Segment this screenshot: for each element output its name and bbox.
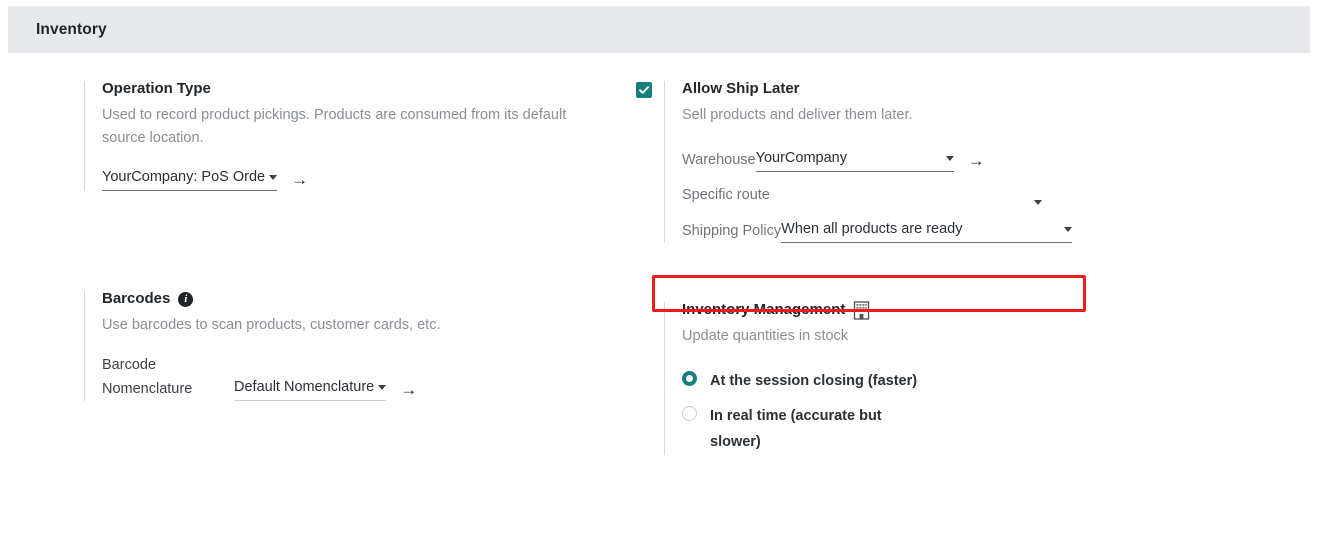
shipping-policy-field-row: Shipping Policy When all products are re… — [682, 218, 1072, 243]
chevron-down-icon — [269, 174, 278, 180]
arrow-right-icon[interactable]: → — [291, 169, 308, 191]
inventory-management-title-row: Inventory Management — [682, 300, 1264, 320]
barcodes-title: Barcodes — [102, 290, 171, 307]
allow-ship-later-description: Sell products and deliver them later. — [682, 107, 913, 123]
arrow-right-icon[interactable]: → — [400, 379, 417, 401]
radio-selected-icon — [682, 371, 697, 386]
radio-option-session-closing[interactable]: At the session closing (faster) — [682, 368, 1264, 394]
barcode-nomenclature-label: Barcode Nomenclature — [102, 357, 193, 397]
shipping-policy-value: When all products are ready — [781, 221, 963, 237]
chevron-down-icon — [378, 384, 387, 390]
setting-inventory-management: Inventory Management Update quantities i… — [664, 300, 1264, 455]
shipping-policy-label: Shipping Policy — [682, 223, 782, 239]
operation-type-title: Operation Type — [102, 80, 211, 97]
right-column: Allow Ship Later Sell products and deliv… — [636, 79, 1264, 455]
chevron-down-icon — [1064, 226, 1072, 232]
warehouse-field-row: Warehouse YourCompany → — [682, 147, 1264, 172]
radio-label-session-closing: At the session closing (faster) — [710, 373, 918, 389]
specific-route-field-row: Specific route — [682, 183, 1042, 207]
warehouse-dropdown[interactable]: YourCompany — [755, 147, 954, 172]
barcode-nomenclature-field-row: Barcode Nomenclature Default Nomenclatur… — [102, 353, 644, 401]
setting-barcodes: Barcodes i Use barcodes to scan products… — [84, 289, 644, 401]
operation-type-description: Used to record product pickings. Product… — [102, 107, 567, 146]
section-header: Inventory — [8, 6, 1310, 53]
info-icon[interactable]: i — [178, 291, 194, 307]
shipping-policy-dropdown[interactable]: When all products are ready — [781, 218, 1072, 243]
page-title: Inventory — [36, 20, 107, 38]
chevron-down-icon — [945, 155, 954, 161]
radio-label-real-time: In real time (accurate but slower) — [710, 408, 882, 450]
settings-body: Operation Type Used to record product pi… — [0, 53, 1328, 560]
operation-type-field-row: YourCompany: PoS Orde → — [102, 166, 644, 191]
chevron-down-icon — [1034, 200, 1042, 205]
allow-ship-later-title: Allow Ship Later — [682, 80, 800, 97]
radio-unselected-icon — [682, 406, 697, 421]
operation-type-value: YourCompany: PoS Orde — [102, 169, 266, 185]
specific-route-dropdown[interactable] — [770, 200, 1042, 207]
setting-allow-ship-later: Allow Ship Later Sell products and deliv… — [636, 79, 1264, 243]
inventory-management-description: Update quantities in stock — [682, 328, 849, 344]
warehouse-value: YourCompany — [755, 150, 847, 166]
barcode-nomenclature-value: Default Nomenclature — [234, 379, 375, 395]
warehouse-label: Warehouse — [682, 152, 756, 168]
setting-operation-type: Operation Type Used to record product pi… — [84, 79, 644, 191]
barcode-nomenclature-dropdown[interactable]: Default Nomenclature — [234, 376, 387, 401]
allow-ship-later-checkbox[interactable] — [636, 82, 652, 98]
specific-route-label: Specific route — [682, 187, 770, 203]
checkmark-icon — [639, 86, 649, 94]
building-icon — [854, 300, 870, 320]
barcodes-description: Use barcodes to scan products, customer … — [102, 317, 441, 333]
inventory-management-title: Inventory Management — [682, 301, 846, 318]
operation-type-dropdown[interactable]: YourCompany: PoS Orde — [102, 166, 278, 191]
left-column: Operation Type Used to record product pi… — [84, 79, 644, 401]
radio-option-real-time[interactable]: In real time (accurate but slower) — [682, 403, 1264, 455]
arrow-right-icon[interactable]: → — [968, 150, 985, 172]
barcodes-title-row: Barcodes i — [102, 289, 644, 309]
